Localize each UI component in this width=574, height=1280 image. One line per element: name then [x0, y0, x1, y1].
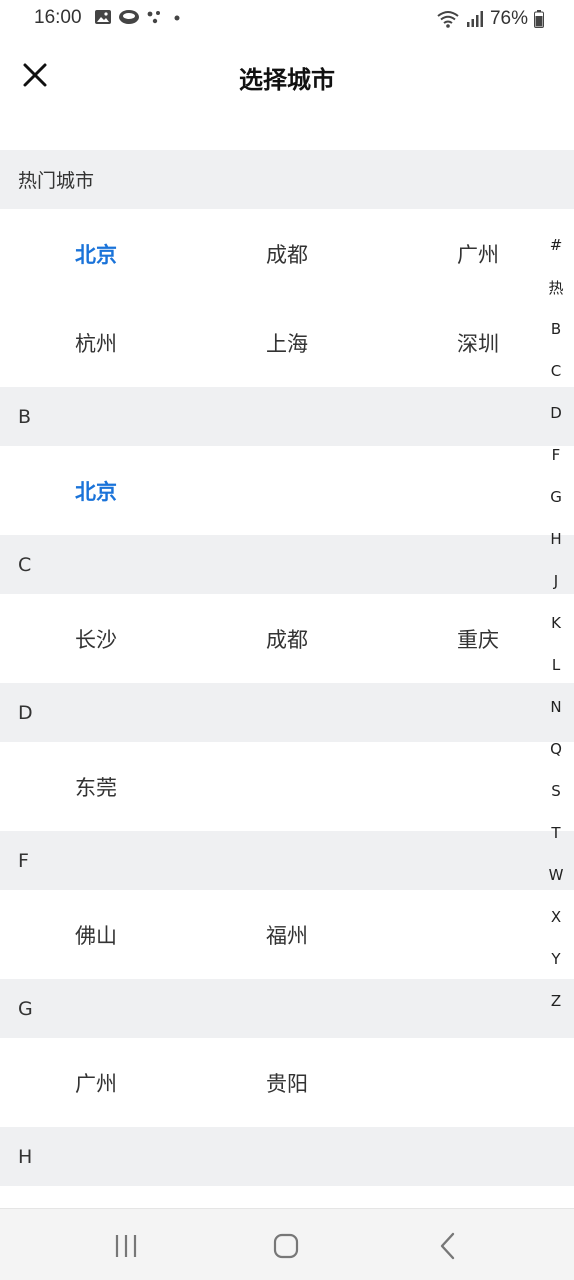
more-notifications-icon	[174, 15, 180, 21]
city-item[interactable]: 广州	[438, 239, 518, 269]
dots-icon	[147, 11, 160, 24]
city-item[interactable]: 上海	[247, 328, 327, 358]
city-item[interactable]: 东莞	[56, 772, 136, 802]
status-time: 16:00	[34, 7, 82, 28]
app-notification-icon	[119, 10, 139, 24]
city-row: 杭州 上海 深圳	[0, 298, 574, 387]
section-header: H	[0, 1127, 574, 1186]
index-letter[interactable]: Y	[544, 938, 568, 980]
header: 选择城市	[0, 40, 574, 112]
city-item[interactable]: 长沙	[56, 624, 136, 654]
system-icons: 76%	[436, 8, 544, 30]
index-letter[interactable]: J	[544, 560, 568, 602]
section-header: 热门城市	[0, 150, 574, 209]
city-row: 北京 成都 广州	[0, 209, 574, 298]
back-icon	[440, 1232, 455, 1260]
city-list[interactable]: 热门城市 北京 成都 广州 杭州 上海 深圳 B 北京 C 长沙 成都 重庆 D 东莞 F 佛山 福州 G 广州 贵阳 H	[0, 150, 574, 1186]
city-row: 广州 贵阳	[0, 1038, 574, 1127]
city-row: 东莞	[0, 742, 574, 831]
index-letter[interactable]: G	[544, 476, 568, 518]
index-letter[interactable]: #	[544, 224, 568, 266]
page-title: 选择城市	[239, 66, 335, 94]
battery-level: 76%	[489, 8, 528, 29]
alphabet-index-bar[interactable]: # 热 B C D F G H J K L N Q S T W X Y Z	[544, 224, 568, 1022]
index-letter[interactable]: L	[544, 644, 568, 686]
city-item[interactable]: 佛山	[56, 920, 136, 950]
index-letter[interactable]: T	[544, 812, 568, 854]
index-letter[interactable]: W	[544, 854, 568, 896]
notification-icons	[94, 9, 182, 25]
section-header: B	[0, 387, 574, 446]
back-button[interactable]	[433, 1231, 463, 1261]
city-item[interactable]: 杭州	[56, 328, 136, 358]
home-button[interactable]	[271, 1231, 301, 1261]
section-header: G	[0, 979, 574, 1038]
index-letter[interactable]: K	[544, 602, 568, 644]
index-letter[interactable]: B	[544, 308, 568, 350]
index-letter[interactable]: X	[544, 896, 568, 938]
index-letter[interactable]: C	[544, 350, 568, 392]
city-item[interactable]: 重庆	[438, 624, 518, 654]
index-letter[interactable]: F	[544, 434, 568, 476]
city-item[interactable]: 北京	[56, 239, 136, 269]
index-letter[interactable]: Q	[544, 728, 568, 770]
wifi-icon	[437, 11, 459, 28]
section-header: C	[0, 535, 574, 594]
gallery-icon	[95, 10, 111, 24]
city-row: 长沙 成都 重庆	[0, 594, 574, 683]
index-letter[interactable]: D	[544, 392, 568, 434]
city-item[interactable]: 成都	[247, 624, 327, 654]
home-icon	[273, 1233, 299, 1259]
index-letter[interactable]: S	[544, 770, 568, 812]
signal-icon	[466, 11, 483, 27]
city-row: 北京	[0, 446, 574, 535]
city-item[interactable]: 成都	[247, 239, 327, 269]
city-item[interactable]: 北京	[56, 476, 136, 506]
section-header: F	[0, 831, 574, 890]
city-item[interactable]: 广州	[56, 1068, 136, 1098]
index-letter[interactable]: H	[544, 518, 568, 560]
battery-icon	[534, 10, 544, 28]
recent-apps-button[interactable]	[111, 1231, 141, 1261]
city-row: 佛山 福州	[0, 890, 574, 979]
navigation-bar	[0, 1208, 574, 1280]
section-header: D	[0, 683, 574, 742]
recent-apps-icon	[115, 1235, 137, 1257]
city-item[interactable]: 深圳	[438, 328, 518, 358]
city-item[interactable]: 福州	[247, 920, 327, 950]
index-letter[interactable]: N	[544, 686, 568, 728]
index-letter[interactable]: Z	[544, 980, 568, 1022]
status-bar: 16:00 76%	[0, 0, 574, 40]
city-item[interactable]: 贵阳	[247, 1068, 327, 1098]
index-letter[interactable]: 热	[544, 266, 568, 308]
